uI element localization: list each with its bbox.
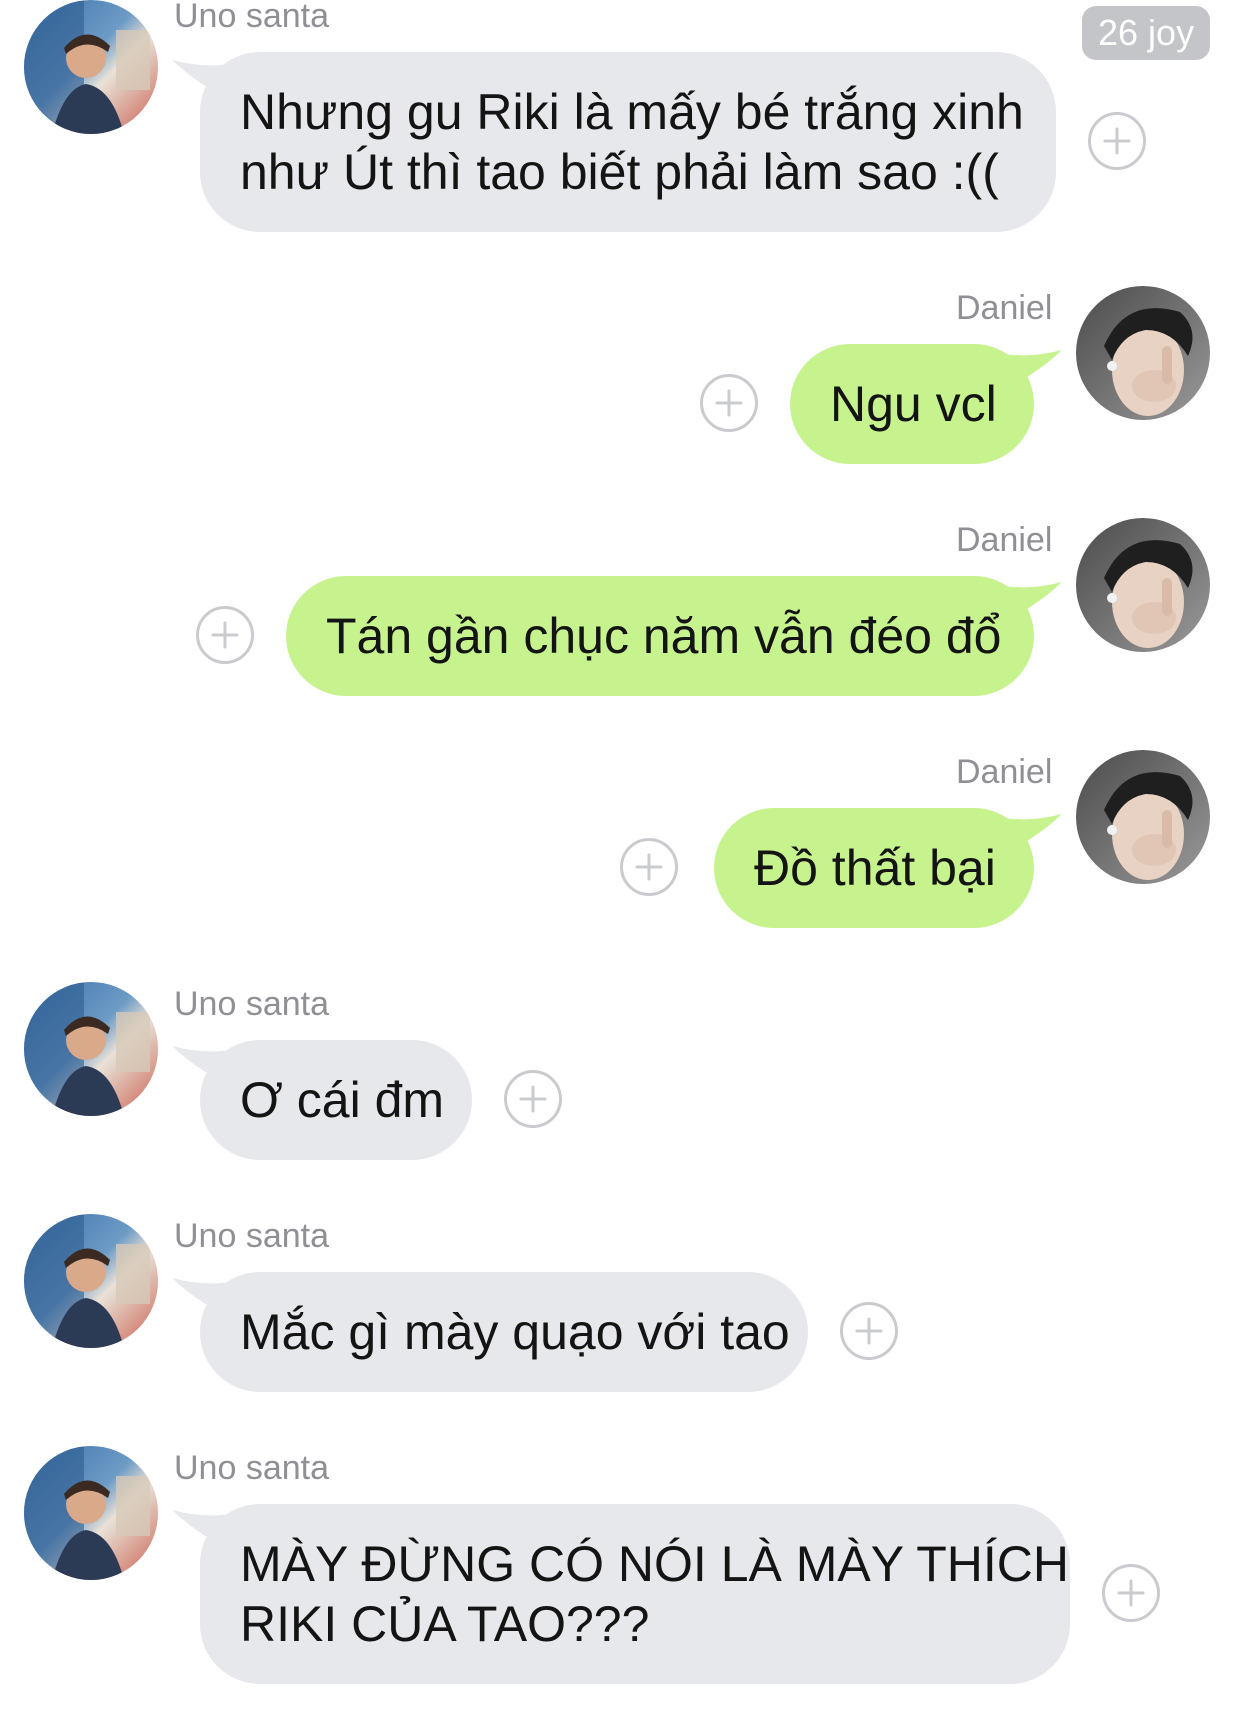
avatar-uno-santa[interactable] — [24, 1214, 158, 1348]
avatar-uno-santa[interactable] — [24, 982, 158, 1116]
message-text: Ơ cái đm — [240, 1072, 445, 1128]
message-bubble[interactable]: Tán gần chục năm vẫn đéo đổ — [286, 576, 1034, 696]
message-text: RIKI CỦA TAO??? — [240, 1596, 650, 1652]
message-bubble[interactable]: Mắc gì mày quạo với tao — [200, 1272, 808, 1392]
add-reaction-button[interactable] — [700, 374, 758, 432]
plus-icon — [211, 621, 239, 649]
plus-icon — [715, 389, 743, 417]
message-text: Tán gần chục năm vẫn đéo đổ — [326, 608, 1002, 664]
avatar-daniel[interactable] — [1076, 518, 1210, 652]
avatar-daniel[interactable] — [1076, 750, 1210, 884]
message-bubble[interactable]: Nhưng gu Riki là mấy bé trắng xinh như Ú… — [200, 52, 1056, 232]
avatar-uno-santa[interactable] — [24, 1446, 158, 1580]
plus-icon — [1103, 127, 1131, 155]
message-bubble[interactable]: Ơ cái đm — [200, 1040, 472, 1160]
add-reaction-button[interactable] — [840, 1302, 898, 1360]
avatar-daniel[interactable] — [1076, 286, 1210, 420]
message-text: Mắc gì mày quạo với tao — [240, 1304, 790, 1360]
sender-name: Uno santa — [174, 1449, 329, 1487]
plus-icon — [635, 853, 663, 881]
plus-icon — [855, 1317, 883, 1345]
message-bubble[interactable]: Đồ thất bại — [714, 808, 1034, 928]
message-text: như Út thì tao biết phải làm sao :(( — [240, 144, 999, 200]
message-text: Đồ thất bại — [754, 840, 996, 896]
message-text: MÀY ĐỪNG CÓ NÓI LÀ MÀY THÍCH — [240, 1536, 1069, 1592]
sender-name: Daniel — [956, 753, 1053, 791]
message-text: Nhưng gu Riki là mấy bé trắng xinh — [240, 84, 1024, 140]
message-bubble[interactable]: MÀY ĐỪNG CÓ NÓI LÀ MÀY THÍCH RIKI CỦA TA… — [200, 1504, 1070, 1684]
add-reaction-button[interactable] — [504, 1070, 562, 1128]
sender-name: Uno santa — [174, 985, 329, 1023]
add-reaction-button[interactable] — [196, 606, 254, 664]
plus-icon — [519, 1085, 547, 1113]
sender-name: Daniel — [956, 289, 1053, 327]
sender-name: Uno santa — [174, 0, 329, 35]
plus-icon — [1117, 1579, 1145, 1607]
time-badge: 26 joy — [1082, 6, 1211, 60]
message-text: Ngu vcl — [830, 376, 997, 432]
add-reaction-button[interactable] — [1088, 112, 1146, 170]
avatar-uno-santa[interactable] — [24, 0, 158, 134]
sender-name: Daniel — [956, 521, 1053, 559]
add-reaction-button[interactable] — [620, 838, 678, 896]
sender-name: Uno santa — [174, 1217, 329, 1255]
add-reaction-button[interactable] — [1102, 1564, 1160, 1622]
message-bubble[interactable]: Ngu vcl — [790, 344, 1034, 464]
